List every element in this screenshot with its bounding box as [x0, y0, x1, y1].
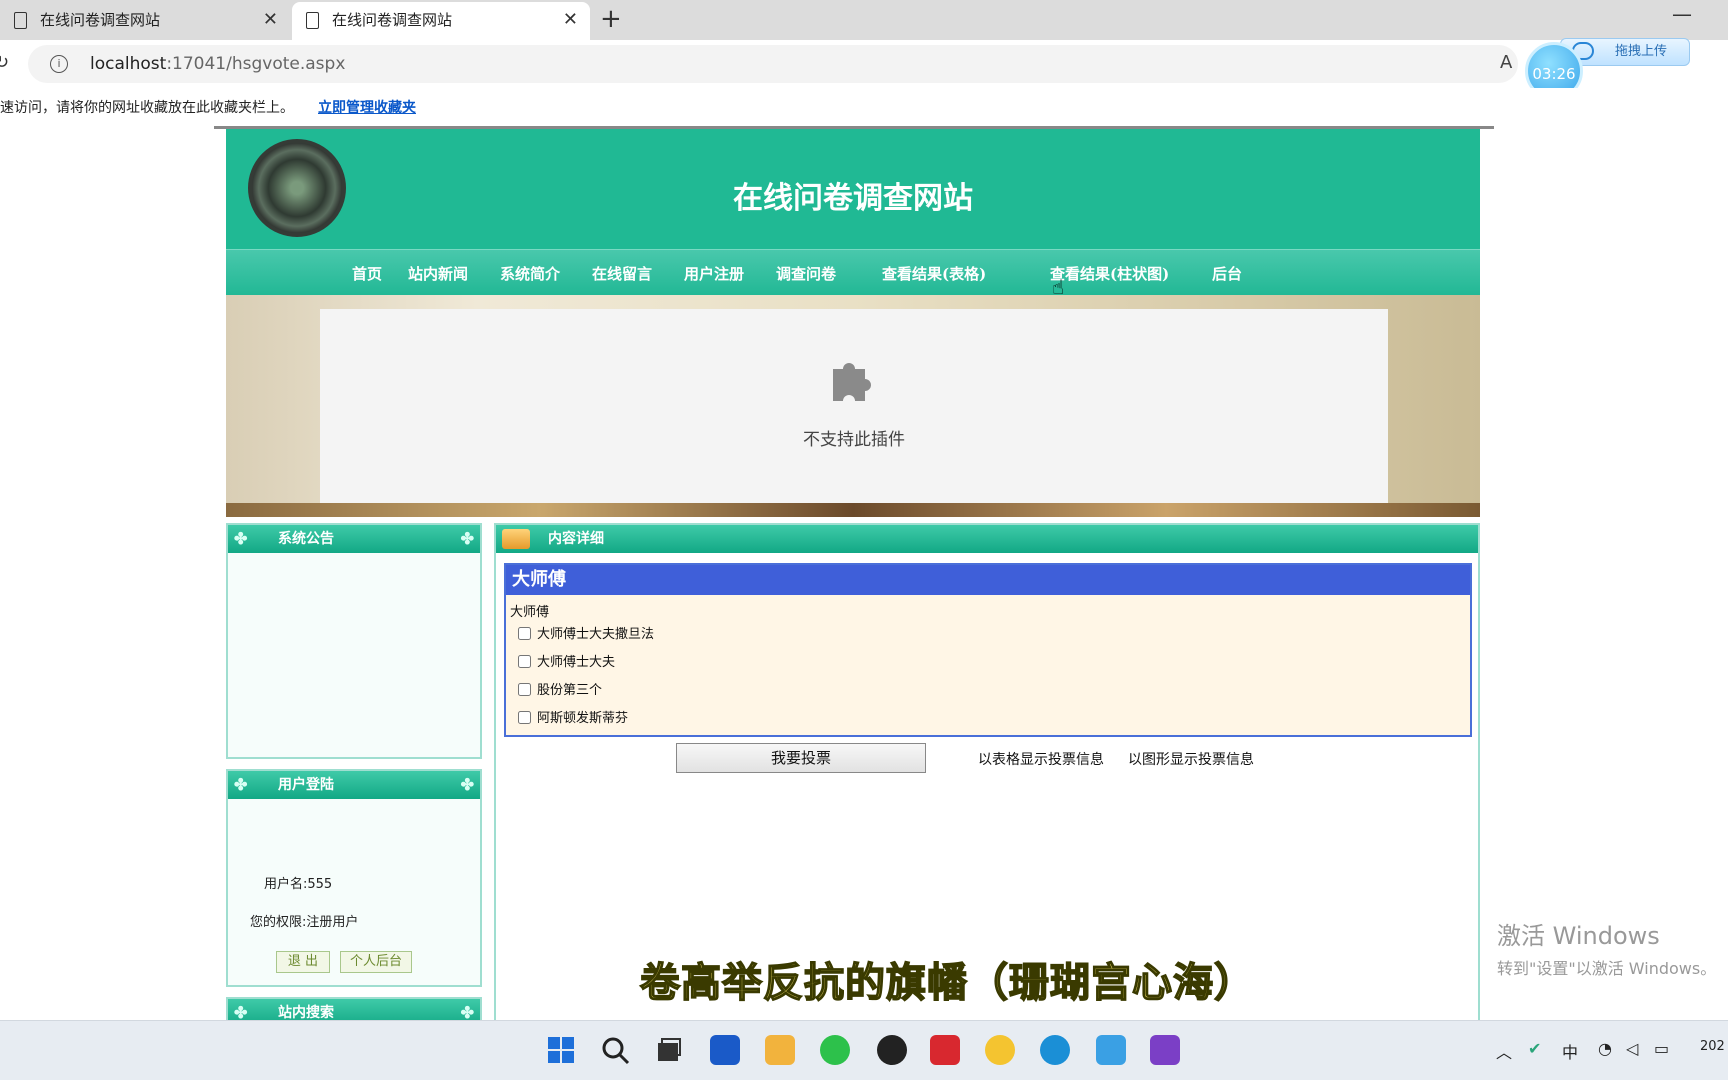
site-title: 在线问卷调查网站 — [733, 181, 973, 216]
plugin-message: 不支持此插件 — [803, 430, 905, 450]
watermark-line-2: 转到"设置"以激活 Windows。 — [1497, 959, 1717, 978]
site-header: 在线问卷调查网站 — [226, 129, 1480, 249]
nav-results-chart[interactable]: 查看结果(柱状图) — [1050, 263, 1169, 284]
search-icon[interactable] — [600, 1035, 630, 1065]
chevron-up-icon[interactable]: ︿ — [1496, 1039, 1512, 1063]
personal-backend-button[interactable]: 个人后台 — [340, 951, 412, 973]
task-view-icon[interactable] — [654, 1035, 684, 1065]
username-line: 用户名:555 — [264, 877, 333, 892]
content-header: 内容详细 — [496, 525, 1478, 553]
tab-bar: 在线问卷调查网站 ✕ 在线问卷调查网站 ✕ + — — [0, 0, 1728, 40]
favorites-message: 速访问，请将你的网址收藏放在此收藏夹栏上。 — [0, 100, 294, 116]
taskbar: ︿ ✔ 中 ◔ ◁ ▭ 202 — [0, 1020, 1728, 1080]
option-checkbox[interactable] — [518, 627, 531, 640]
refresh-icon[interactable]: ↻ — [0, 52, 9, 73]
url-field[interactable]: i localhost:17041/hsgvote.aspx — [28, 45, 1518, 83]
search-title: 站内搜索 — [278, 1005, 334, 1021]
nav-survey[interactable]: 调查问卷 — [776, 263, 836, 284]
vote-option[interactable]: 股份第三个 — [518, 679, 602, 699]
nav-register[interactable]: 用户注册 — [684, 263, 744, 284]
manage-favorites-link[interactable]: 立即管理收藏夹 — [318, 97, 416, 117]
notice-title: 系统公告 — [278, 531, 334, 547]
video-subtitle: 卷高举反抗的旗幡（珊瑚宫心海） — [639, 959, 1255, 1007]
windows-start-icon[interactable] — [546, 1035, 576, 1065]
content-title: 内容详细 — [548, 531, 604, 547]
edge-icon[interactable] — [1040, 1035, 1070, 1065]
nav-about[interactable]: 系统简介 — [500, 263, 560, 284]
nav-news[interactable]: 站内新闻 — [408, 263, 468, 284]
browser-tab-2[interactable]: 在线问卷调查网站 ✕ — [292, 2, 590, 40]
minimize-button[interactable]: — — [1672, 2, 1692, 26]
book-icon — [502, 529, 530, 549]
banner: 不支持此插件 — [226, 295, 1480, 517]
wifi-icon[interactable]: ◔ — [1598, 1039, 1612, 1058]
vote-button[interactable]: 我要投票 — [676, 743, 926, 773]
vote-subtitle: 大师傅 — [510, 605, 550, 620]
ornament-icon: ✤ — [234, 529, 248, 548]
ornament-icon: ✤ — [234, 775, 248, 794]
wps-icon[interactable] — [930, 1035, 960, 1065]
tab-title: 在线问卷调查网站 — [40, 11, 161, 29]
page-icon — [306, 12, 319, 29]
address-bar: i localhost:17041/hsgvote.aspx — [0, 40, 1728, 88]
file-explorer-icon[interactable] — [765, 1035, 795, 1065]
login-panel-header: ✤ 用户登陆 ✤ — [228, 771, 480, 799]
new-tab-button[interactable]: + — [600, 4, 622, 34]
visual-studio-icon[interactable] — [1150, 1035, 1180, 1065]
clock[interactable]: 202 — [1700, 1039, 1725, 1054]
content-panel: 内容详细 大师傅 大师傅 大师傅士大夫撒旦法 大师傅士大夫 股份第三个 阿斯顿发… — [494, 523, 1480, 1023]
chart-results-link[interactable]: 以图形显示投票信息 — [1128, 749, 1254, 769]
volume-icon[interactable]: ◁ — [1626, 1039, 1638, 1058]
url-text: localhost:17041/hsgvote.aspx — [90, 54, 346, 74]
vote-title: 大师傅 — [506, 565, 1470, 595]
banner-strip — [226, 503, 1480, 517]
vote-option[interactable]: 阿斯顿发斯蒂芬 — [518, 707, 628, 727]
ime-indicator[interactable]: 中 — [1562, 1039, 1578, 1063]
close-tab-icon[interactable]: ✕ — [263, 2, 278, 38]
vote-option[interactable]: 大师傅士大夫 — [518, 651, 615, 671]
notice-panel: ✤ 系统公告 ✤ — [226, 523, 482, 759]
option-checkbox[interactable] — [518, 711, 531, 724]
nav-messages[interactable]: 在线留言 — [592, 263, 652, 284]
snipping-tool-icon[interactable] — [1096, 1035, 1126, 1065]
vote-option[interactable]: 大师傅士大夫撒旦法 — [518, 623, 654, 643]
table-results-link[interactable]: 以表格显示投票信息 — [978, 749, 1104, 769]
favorites-bar: 速访问，请将你的网址收藏放在此收藏夹栏上。 立即管理收藏夹 — [0, 88, 1728, 126]
logout-button[interactable]: 退 出 — [276, 951, 330, 973]
role-line: 您的权限:注册用户 — [250, 915, 359, 930]
music-icon[interactable] — [985, 1035, 1015, 1065]
page-frame: 在线问卷调查网站 首页 站内新闻 系统简介 在线留言 用户注册 调查问卷 查看结… — [226, 129, 1480, 1037]
info-icon[interactable]: i — [50, 55, 68, 73]
activation-watermark: 激活 Windows 转到"设置"以激活 Windows。 — [1497, 916, 1716, 979]
read-aloud-icon[interactable]: A — [1500, 52, 1512, 73]
option-checkbox[interactable] — [518, 655, 531, 668]
qq-icon[interactable] — [877, 1035, 907, 1065]
ornament-icon: ✤ — [460, 775, 474, 794]
web-page: 在线问卷调查网站 首页 站内新闻 系统简介 在线留言 用户注册 调查问卷 查看结… — [214, 126, 1494, 1037]
store-icon[interactable] — [710, 1035, 740, 1065]
ornament-icon: ✤ — [460, 529, 474, 548]
login-panel: ✤ 用户登陆 ✤ 用户名:555 您的权限:注册用户 退 出 个人后台 — [226, 769, 482, 987]
wechat-icon[interactable] — [820, 1035, 850, 1065]
plugin-placeholder: 不支持此插件 — [320, 309, 1388, 503]
watermark-line-1: 激活 Windows — [1497, 922, 1660, 950]
option-checkbox[interactable] — [518, 683, 531, 696]
nav-results-table[interactable]: 查看结果(表格) — [882, 263, 986, 284]
close-tab-icon[interactable]: ✕ — [563, 2, 578, 38]
tab-title: 在线问卷调查网站 — [332, 11, 453, 29]
battery-icon[interactable]: ▭ — [1654, 1039, 1669, 1058]
vote-box: 大师傅 大师傅 大师傅士大夫撒旦法 大师傅士大夫 股份第三个 阿斯顿发斯蒂芬 — [504, 563, 1472, 737]
puzzle-icon — [833, 363, 871, 401]
vpn-icon[interactable]: ✔ — [1528, 1039, 1541, 1058]
page-icon — [14, 12, 27, 29]
login-title: 用户登陆 — [278, 777, 334, 793]
nav-admin[interactable]: 后台 — [1212, 263, 1242, 284]
main-nav: 首页 站内新闻 系统简介 在线留言 用户注册 调查问卷 查看结果(表格) 查看结… — [226, 249, 1480, 295]
notice-panel-header: ✤ 系统公告 ✤ — [228, 525, 480, 553]
nav-home[interactable]: 首页 — [352, 263, 382, 284]
browser-tab-1[interactable]: 在线问卷调查网站 ✕ — [0, 2, 290, 40]
